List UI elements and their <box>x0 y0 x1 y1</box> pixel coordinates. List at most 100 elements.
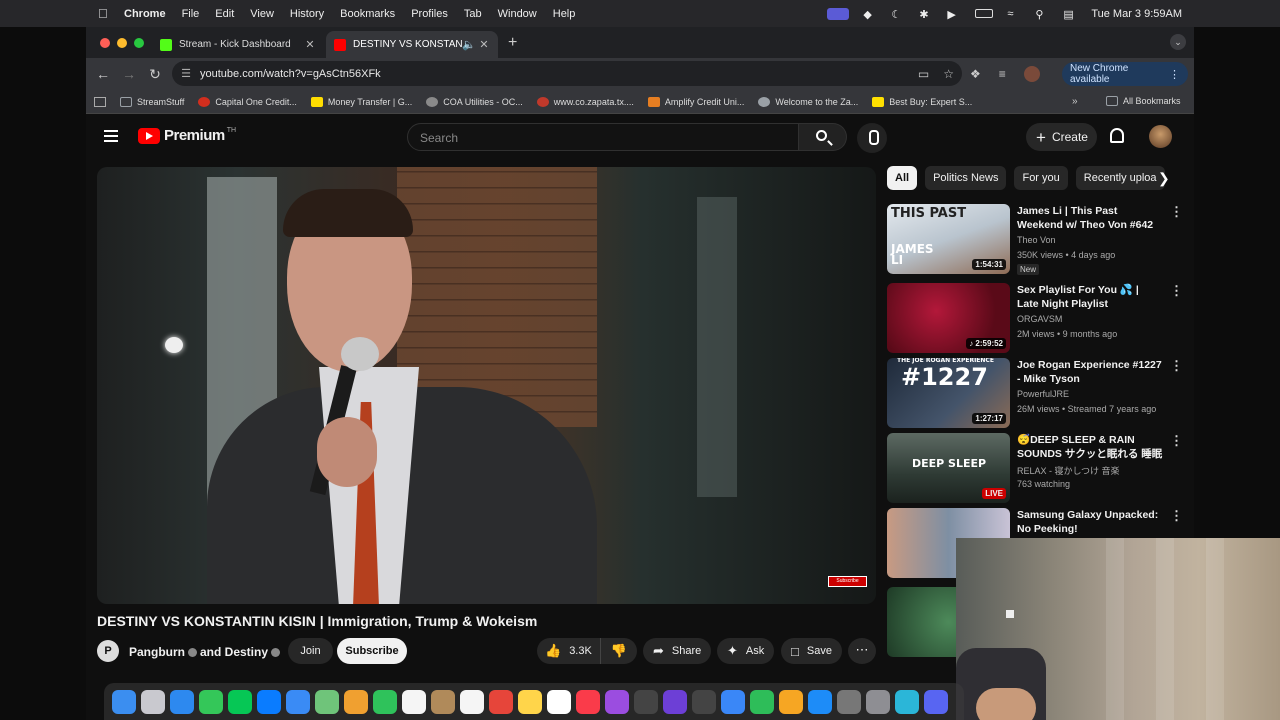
keynote-icon[interactable] <box>721 689 745 714</box>
focus-moon-icon[interactable]: ☾ <box>891 8 905 21</box>
line-icon[interactable] <box>228 689 252 714</box>
photos-icon[interactable] <box>344 689 368 714</box>
kebab-menu-icon[interactable]: ⋮ <box>1170 508 1183 524</box>
chrome-icon[interactable] <box>489 689 513 714</box>
pages-icon[interactable] <box>779 689 803 714</box>
like-button[interactable]: 👍 3.3K <box>537 638 601 664</box>
music-icon[interactable] <box>576 689 600 714</box>
video-title[interactable]: Joe Rogan Experience #1227 - Mike Tyson <box>1017 358 1163 386</box>
calendar-icon[interactable] <box>402 689 426 714</box>
control-center-icon[interactable]: ▤ <box>1063 8 1077 21</box>
forward-button[interactable]: → <box>116 66 142 82</box>
bookmark-item[interactable]: Best Buy: Expert S... <box>872 96 972 107</box>
menu-help[interactable]: Help <box>553 8 576 20</box>
imovie-icon[interactable] <box>663 689 687 714</box>
menu-view[interactable]: View <box>250 8 274 20</box>
bluetooth-icon[interactable]: ✱ <box>919 8 933 21</box>
chevron-right-icon[interactable]: ❯ <box>1158 170 1170 187</box>
extensions-icon[interactable]: ❖ <box>970 67 981 81</box>
collab-channel-name[interactable]: and Destiny <box>200 645 268 659</box>
youtube-premium-logo[interactable]: Premium TH <box>138 127 236 144</box>
tab-search-button[interactable]: ⌄ <box>1170 34 1186 50</box>
video-thumbnail[interactable]: THIS PAST JAMES LI 1:54:31 <box>887 204 1010 274</box>
mail-icon[interactable] <box>286 689 310 714</box>
channel-name[interactable]: RELAX - 寝かしつけ 音楽 <box>1017 464 1119 477</box>
recommended-video[interactable]: DEEP SLEEP LIVE 😴DEEP SLEEP & RAIN SOUND… <box>887 433 1187 503</box>
bookmark-star-icon[interactable]: ☆ <box>943 67 954 81</box>
calculator-icon[interactable] <box>837 689 861 714</box>
reminders-icon[interactable] <box>460 689 484 714</box>
new-chrome-available-button[interactable]: New Chrome available ⋮ <box>1062 62 1188 86</box>
cast-icon[interactable]: ▭ <box>918 67 929 81</box>
chip-recently-uploaded[interactable]: Recently uploa <box>1075 166 1165 190</box>
chip-politics-news[interactable]: Politics News <box>925 166 1007 190</box>
system-settings-icon[interactable] <box>866 689 890 714</box>
battery-icon[interactable] <box>975 9 994 18</box>
screen-capture-icon[interactable] <box>895 689 919 714</box>
kebab-menu-icon[interactable]: ⋮ <box>1170 204 1183 220</box>
menu-tab[interactable]: Tab <box>464 8 482 20</box>
bookmark-item[interactable]: Capital One Credit... <box>198 96 297 107</box>
kebab-menu-icon[interactable]: ⋮ <box>1170 283 1183 299</box>
more-actions-button[interactable]: ⋯ <box>848 638 876 664</box>
channel-name[interactable]: Pangburn <box>129 645 185 659</box>
bookmark-item[interactable]: Welcome to the Za... <box>758 96 858 107</box>
dropbox-icon[interactable]: ◆ <box>863 8 877 21</box>
zoom-window-button[interactable] <box>134 38 144 48</box>
new-tab-button[interactable]: + <box>508 34 517 52</box>
spotlight-search-icon[interactable]: ⚲ <box>1035 8 1049 21</box>
search-input[interactable]: Search <box>407 123 799 151</box>
reload-button[interactable]: ↻ <box>142 66 168 83</box>
tab-youtube-video[interactable]: DESTINY VS KONSTANTIN 🔈 ✕ <box>326 31 498 58</box>
kebab-menu-icon[interactable]: ⋮ <box>1169 68 1180 81</box>
menubar-clock[interactable]: Tue Mar 3 9:59AM <box>1091 8 1182 20</box>
close-tab-icon[interactable]: ✕ <box>478 38 490 51</box>
close-window-button[interactable] <box>100 38 110 48</box>
channel-name[interactable]: ORGAVSM <box>1017 314 1062 324</box>
messages-icon[interactable] <box>199 689 223 714</box>
speaker-icon[interactable]: 🔈 <box>462 38 476 51</box>
profile-avatar[interactable] <box>1023 66 1040 82</box>
activity-monitor-icon[interactable] <box>634 689 658 714</box>
video-title[interactable]: Sex Playlist For You 💦 | Late Night Play… <box>1017 283 1163 311</box>
bookmark-item[interactable]: Amplify Credit Uni... <box>647 96 744 107</box>
video-thumbnail[interactable]: THE JOE ROGAN EXPERIENCE #1227 1:27:17 <box>887 358 1010 428</box>
all-bookmarks-button[interactable]: All Bookmarks <box>1106 96 1181 106</box>
apps-grid-icon[interactable] <box>94 96 106 107</box>
menu-window[interactable]: Window <box>498 8 537 20</box>
xcode-icon[interactable] <box>692 689 716 714</box>
screen-share-icon[interactable] <box>827 7 850 20</box>
menu-profiles[interactable]: Profiles <box>411 8 448 20</box>
chip-for-you[interactable]: For you <box>1014 166 1068 190</box>
bookmark-item[interactable]: StreamStuff <box>120 96 184 107</box>
podcasts-icon[interactable] <box>605 689 629 714</box>
ask-button[interactable]: ✦ Ask <box>717 638 775 664</box>
url-text[interactable]: youtube.com/watch?v=gAsCtn56XFk <box>200 68 381 80</box>
search-button[interactable] <box>799 123 847 151</box>
video-player[interactable]: Subscribe <box>97 167 876 604</box>
back-button[interactable]: ← <box>90 66 116 82</box>
channel-names[interactable]: Pangburn and Destiny <box>129 645 283 659</box>
safari-icon[interactable] <box>170 689 194 714</box>
wifi-icon[interactable]: ≈ <box>1007 8 1021 20</box>
close-tab-icon[interactable]: ✕ <box>304 38 316 51</box>
video-thumbnail[interactable]: ♪ 2:59:52 <box>887 283 1010 353</box>
menu-edit[interactable]: Edit <box>215 8 234 20</box>
messenger-icon[interactable] <box>257 689 281 714</box>
reading-list-icon[interactable]: ≡ <box>999 67 1006 81</box>
recommended-video[interactable]: THIS PAST JAMES LI 1:54:31 James Li | Th… <box>887 204 1187 275</box>
channel-name[interactable]: PowerfulJRE <box>1017 389 1069 399</box>
launchpad-icon[interactable] <box>141 689 165 714</box>
minimize-window-button[interactable] <box>117 38 127 48</box>
kebab-menu-icon[interactable]: ⋮ <box>1170 358 1183 374</box>
bookmark-item[interactable]: www.co.zapata.tx.... <box>536 96 634 107</box>
dislike-button[interactable]: 👎 <box>601 643 637 659</box>
notifications-bell-icon[interactable] <box>1110 128 1124 143</box>
numbers-icon[interactable] <box>750 689 774 714</box>
join-button[interactable]: Join <box>288 638 333 664</box>
save-button[interactable]: □ Save <box>781 638 842 664</box>
address-bar[interactable]: ☰ youtube.com/watch?v=gAsCtn56XFk ▭ ☆ <box>172 61 962 86</box>
finder-icon[interactable] <box>112 689 136 714</box>
freeform-icon[interactable] <box>547 689 571 714</box>
channel-name[interactable]: Theo Von <box>1017 235 1056 245</box>
